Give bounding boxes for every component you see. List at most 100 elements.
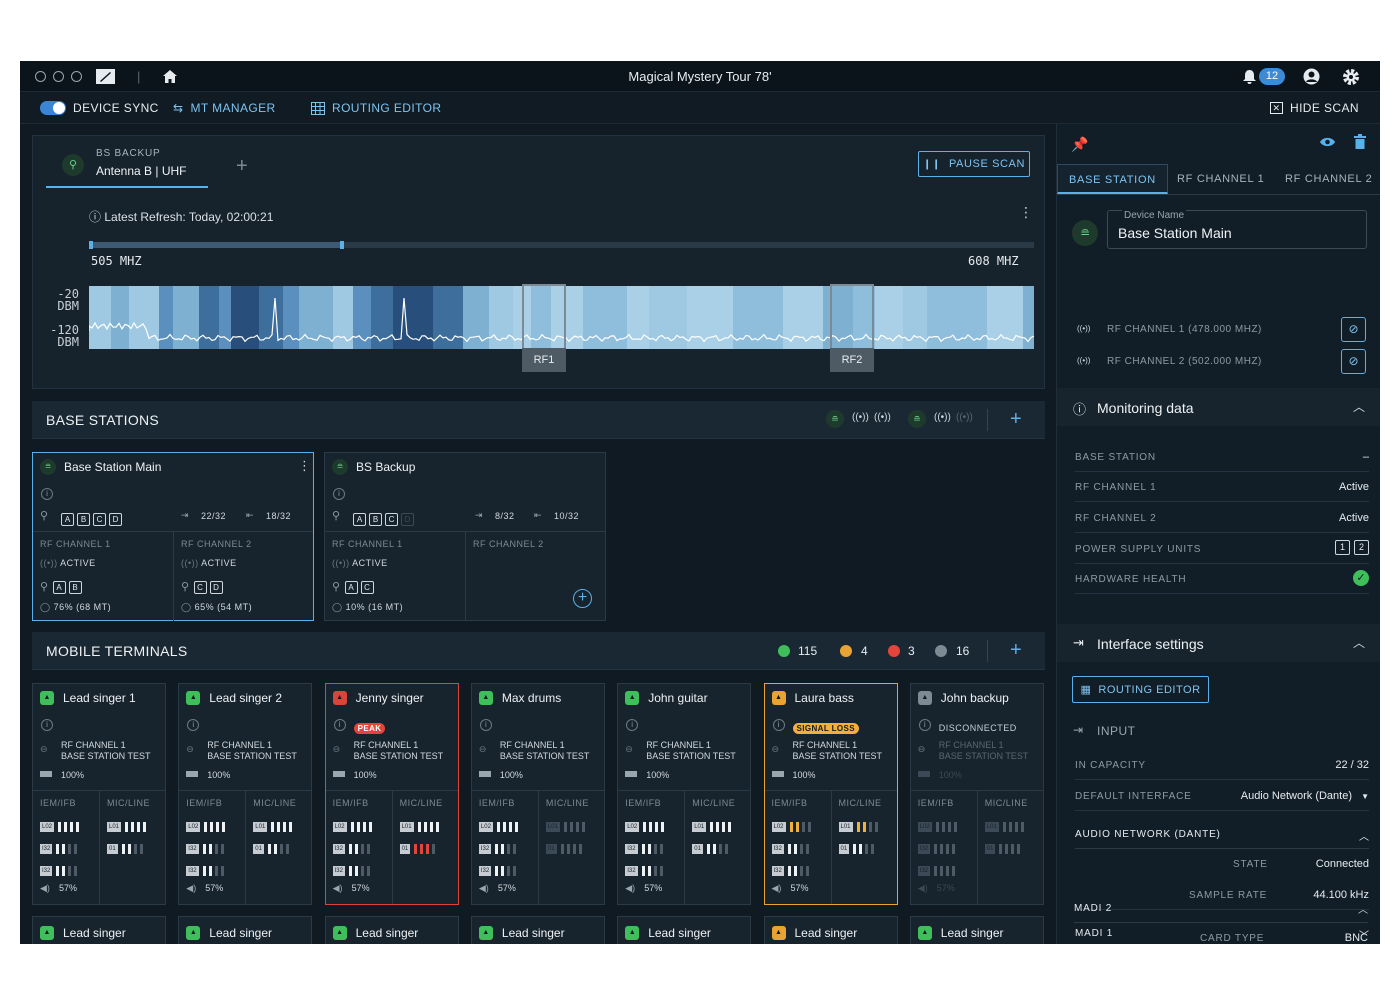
battery-level: 100% — [938, 770, 962, 780]
mobile-terminal-card[interactable]: ▲ Lead singer — [32, 916, 166, 944]
routing-editor-button[interactable]: ▦ ROUTING EDITOR — [1072, 676, 1209, 703]
default-interface-select[interactable]: DEFAULT INTERFACE Audio Network (Dante) ▼ — [1075, 781, 1369, 811]
add-channel-button[interactable]: + — [573, 589, 592, 608]
mobile-terminal-card[interactable]: ▲ Jenny singer i PEAK ⊖ RF CHANNEL 1 BASE STAT… — [324, 683, 459, 905]
range-handle-high[interactable] — [340, 241, 345, 249]
add-base-station-button[interactable]: + — [1010, 409, 1022, 429]
monitoring-data-header[interactable]: ⓘ Monitoring data ︿ — [1057, 388, 1380, 426]
latest-refresh: ⓘ Latest Refresh: Today, 02:00:21 — [89, 208, 273, 225]
tab-bs-backup[interactable]: ⚲ BS BACKUP Antenna B | UHF — [46, 144, 208, 188]
status-orange-dot — [840, 645, 852, 657]
rf-off-button[interactable]: ⊘ — [1341, 349, 1366, 374]
spectrum-scan-panel: ⚲ BS BACKUP Antenna B | UHF + ❙❙ PAUSE S… — [32, 135, 1045, 389]
interface-icon: ⇥ — [1073, 635, 1084, 650]
gear-icon[interactable] — [1342, 68, 1360, 86]
tab-base-station[interactable]: BASE STATION — [1057, 164, 1168, 194]
mobile-terminal-card[interactable]: ▲ Max drums i ⊖ RF CHANNEL 1 BASE STATION TES… — [470, 683, 605, 905]
bs-status-icon: ≘ — [908, 410, 926, 428]
interface-title: Interface settings — [1097, 636, 1204, 652]
device-name-field[interactable]: Device Name Base Station Main — [1107, 210, 1367, 249]
mic-level-meter: 01 — [253, 840, 289, 858]
routing-editor-button[interactable]: ROUTING EDITOR — [311, 101, 441, 115]
divider — [987, 409, 988, 431]
card-menu-icon[interactable]: ⋮ — [298, 458, 311, 474]
input-icon: ⇥ — [181, 510, 189, 520]
mobile-terminal-card[interactable]: ▲ Laura bass i SIGNAL LOSS ⊖ RF CHANNEL 1 BASE… — [763, 683, 898, 905]
chevron-up-icon[interactable]: ︿ — [1353, 634, 1365, 651]
rf-off-button[interactable]: ⊘ — [1341, 317, 1366, 342]
output-icon: ⇤ — [246, 510, 254, 520]
base-station-name: BS Backup — [356, 460, 416, 474]
eye-icon[interactable] — [1319, 136, 1336, 148]
mobile-terminal-card[interactable]: ▲ John guitar i ⊖ RF CHANNEL 1 BASE STATION T… — [617, 683, 752, 905]
terminal-name: Lead singer — [63, 926, 126, 940]
dante-header[interactable]: AUDIO NETWORK (DANTE) ︿ — [1075, 819, 1369, 849]
mobile-terminal-card[interactable]: ▲ Lead singer — [909, 916, 1044, 944]
pause-scan-button[interactable]: ❙❙ PAUSE SCAN — [918, 151, 1030, 177]
mobile-terminal-card[interactable]: ▲ Lead singer — [178, 916, 313, 944]
mic-level-meter: L01 — [692, 818, 732, 836]
mobile-terminal-card[interactable]: ▲ Lead singer — [763, 916, 898, 944]
status-red-dot — [888, 645, 900, 657]
mt-manager-label: MT MANAGER — [190, 101, 276, 115]
input-label: INPUT — [1097, 724, 1136, 738]
hide-scan-button[interactable]: ✕ HIDE SCAN — [1270, 101, 1359, 115]
battery-icon — [478, 771, 491, 777]
base-stations-header: BASE STATIONS ≘ ((•)) ((•)) ≘ ((•)) ((•)… — [32, 401, 1045, 439]
mobile-terminal-card[interactable]: ▲ Lead singer — [617, 916, 752, 944]
tab-rf-channel-2[interactable]: RF CHANNEL 2 — [1285, 164, 1372, 194]
trash-icon[interactable] — [1354, 134, 1366, 149]
base-station-card[interactable]: ≘ Base Station Main ⋮ i ⚲ ABCD ⇥ 22/32 ⇤… — [32, 452, 314, 621]
volume-icon: ◀) — [917, 883, 928, 893]
add-mobile-terminal-button[interactable]: + — [1010, 640, 1022, 660]
divider — [684, 790, 686, 904]
terminal-icon: ▲ — [625, 926, 640, 940]
frequency-range-slider[interactable] — [89, 241, 1034, 249]
divider — [1057, 194, 1380, 195]
mobile-terminal-card[interactable]: ▲ Lead singer — [470, 916, 605, 944]
interface-settings-header[interactable]: ⇥ Interface settings ︿ — [1057, 624, 1380, 662]
add-tab-button[interactable]: + — [236, 156, 248, 176]
notification-count-badge[interactable]: 12 — [1259, 68, 1285, 85]
count-green: 115 — [798, 644, 818, 658]
pin-icon[interactable]: 📌 — [1071, 136, 1088, 153]
volume-icon: ◀) — [40, 883, 50, 893]
bell-icon[interactable] — [1242, 69, 1257, 85]
iem-level-meter: L02 — [917, 818, 957, 836]
input-icon: ⇥ — [475, 510, 483, 520]
details-panel: 📌 BASE STATION RF CHANNEL 1 RF CHANNEL 2… — [1056, 124, 1380, 944]
rf1-marker[interactable]: RF1 — [522, 284, 566, 372]
status-area: SIGNAL LOSS — [792, 718, 859, 736]
chevron-up-icon[interactable]: ︿ — [1353, 398, 1365, 415]
mobile-terminal-card[interactable]: ▲ Lead singer — [324, 916, 459, 944]
mt-manager-button[interactable]: ⇆ MT MANAGER — [173, 101, 276, 115]
toggle-switch[interactable] — [40, 101, 66, 115]
in-capacity: 22/32 — [201, 511, 227, 521]
volume-level: 57% — [205, 883, 224, 893]
mobile-terminal-card[interactable]: ▲ Lead singer 1 i ⊖ RF CHANNEL 1 BASE STATION… — [32, 683, 166, 905]
volume-icon: ◀) — [478, 883, 489, 893]
device-sync-toggle[interactable]: DEVICE SYNC — [40, 101, 159, 115]
monitoring-row: RF CHANNEL 1 Active — [1075, 472, 1369, 502]
user-icon[interactable] — [1303, 68, 1320, 85]
channel-load: ◯ 10% (16 MT) — [332, 602, 404, 612]
link-icon: ⊖ — [186, 744, 194, 754]
mobile-terminal-card[interactable]: ▲ Lead singer 2 i ⊖ RF CHANNEL 1 BASE STATION… — [178, 683, 313, 905]
rf-signal-icon: ((•)) — [874, 412, 891, 423]
range-handle-low[interactable] — [89, 241, 93, 249]
rf-signal-icon: ((•)) — [934, 412, 951, 423]
tab-rf-channel-1[interactable]: RF CHANNEL 1 — [1177, 164, 1264, 194]
status-badge: DISCONNECTED — [938, 723, 1017, 733]
more-menu-icon[interactable]: ⋮ — [1019, 204, 1033, 221]
monitoring-title: Monitoring data — [1097, 400, 1194, 416]
base-station-card[interactable]: ≘ BS Backup i ⚲ ABCD ⇥ 8/32 ⇤ 10/32 RF C… — [324, 452, 606, 621]
menu-bar: DEVICE SYNC ⇆ MT MANAGER ROUTING EDITOR … — [20, 92, 1380, 124]
mobile-terminal-card[interactable]: ▲ John backup i DISCONNECTED ⊖ RF CHANNEL 1 BA… — [909, 683, 1044, 905]
volume-icon: ◀) — [771, 883, 782, 893]
rf2-marker[interactable]: RF2 — [830, 284, 874, 372]
rf-signal-icon: ((•)) — [1077, 356, 1091, 365]
antenna-icon: ⚲ — [40, 510, 49, 522]
madi2-header[interactable]: MADI 2 ︿ — [1074, 893, 1368, 923]
status-badge: SIGNAL LOSS — [792, 723, 859, 734]
latest-refresh-text: Latest Refresh: Today, 02:00:21 — [104, 210, 274, 224]
